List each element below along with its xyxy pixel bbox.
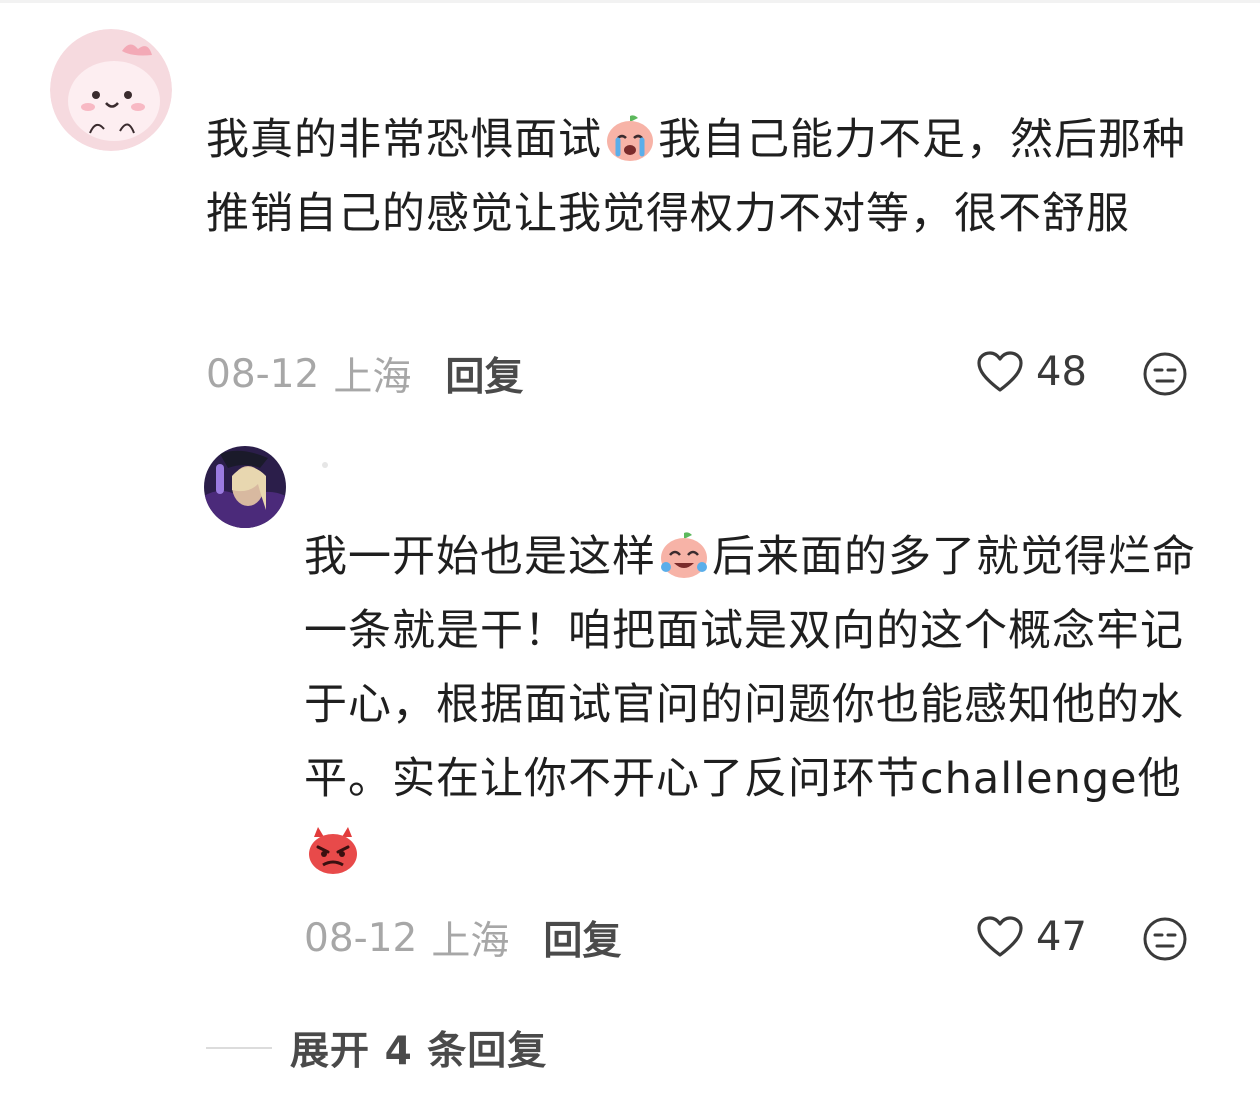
comment-text-part: 我真的非常恐惧面试 [206, 115, 602, 165]
like-button[interactable]: 47 [976, 914, 1087, 960]
reply-button[interactable]: 回复 [445, 346, 523, 402]
comment-meta: 08-12 上海 回复 [206, 346, 523, 402]
heart-outline-icon [976, 915, 1024, 959]
expand-replies-button[interactable]: 展开 4 条回复 [206, 1020, 547, 1076]
divider-line [206, 1047, 272, 1049]
like-button[interactable]: 48 [976, 349, 1087, 395]
top-divider [0, 0, 1260, 3]
meh-face-icon[interactable] [1142, 916, 1188, 962]
comment-date: 08-12 [304, 915, 418, 961]
comment-text: 我真的非常恐惧面试 我自己能力不足，然后那种推销自己的感觉让我觉得权力不对等，很不… [206, 103, 1216, 251]
crying-peach-emoji [604, 114, 656, 162]
reply-button[interactable]: 回复 [543, 910, 621, 966]
comment-meta: 08-12 上海 回复 [304, 910, 621, 966]
avatar[interactable] [204, 446, 286, 528]
expand-replies-label: 展开 4 条回复 [290, 1029, 548, 1074]
heart-outline-icon [976, 350, 1024, 394]
comment-location: 上海 [431, 919, 510, 964]
angry-devil-emoji [306, 825, 360, 875]
like-count: 47 [1036, 914, 1087, 960]
nickname-placeholder [322, 462, 328, 468]
comment-location: 上海 [333, 355, 412, 400]
avatar[interactable] [50, 29, 172, 151]
meh-face-icon[interactable] [1142, 351, 1188, 397]
like-count: 48 [1036, 349, 1087, 395]
comment-date: 08-12 [206, 351, 320, 397]
comment-text: 我一开始也是这样 后来面的多了就觉得烂命一条就是干！咱把面试是双向的这个概念牢记于… [304, 520, 1224, 890]
laughing-peach-emoji [658, 531, 710, 579]
comment-text-part: 我一开始也是这样 [304, 532, 656, 582]
